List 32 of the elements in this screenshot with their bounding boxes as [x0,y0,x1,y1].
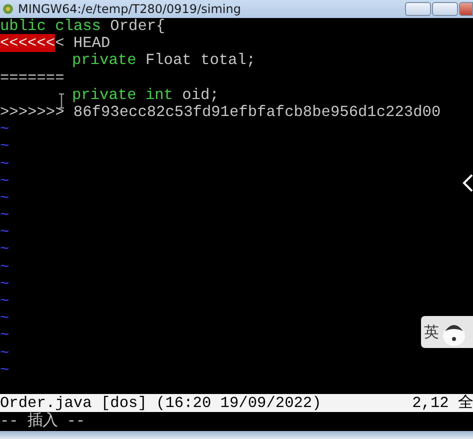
file-info: Order.java [dos] (16:20 19/09/2022) [0,394,322,412]
code-line: private int oid; [72,86,219,104]
empty-line-marker: ~ [0,156,10,173]
cursor-position: 2,12 全 [412,394,473,412]
minimize-button[interactable] [405,2,431,16]
empty-line-marker: ~ [0,224,10,242]
empty-line-marker: ~ [0,207,10,224]
empty-line-marker: ~ [0,258,10,276]
code-line: private Float total; [72,52,256,70]
code-line: >>>>>>> 86f93ecc82c53fd91efbfafcb8be956d1c223d00 [0,104,441,122]
code-line: <<<<<<< HEAD [0,35,110,52]
code-line: ======= [0,70,64,87]
ime-indicator[interactable]: 英 [421,316,473,348]
close-button[interactable] [459,2,473,16]
empty-line-marker: ~ [0,276,10,293]
empty-line-marker: ~ [0,121,10,138]
empty-line-marker: ~ [0,344,10,362]
app-icon [2,3,14,15]
maximize-button[interactable] [432,2,458,16]
empty-line-marker: ~ [0,241,10,259]
mode-line: -- 插入 -- [0,412,86,431]
empty-line-marker: ~ [0,138,10,156]
code-line: ublic class Order{ [0,18,166,36]
ime-label: 英 [424,322,439,342]
window-title: MINGW64:/e/temp/T280/0919/siming [18,2,241,16]
empty-line-marker: ~ [0,172,10,190]
text-cursor-icon [58,93,65,109]
empty-line-marker: ~ [0,293,10,310]
empty-line-marker: ~ [0,190,10,208]
empty-line-marker: ~ [0,362,10,379]
empty-line-marker: ~ [0,327,10,345]
empty-line-marker: ~ [0,310,10,328]
